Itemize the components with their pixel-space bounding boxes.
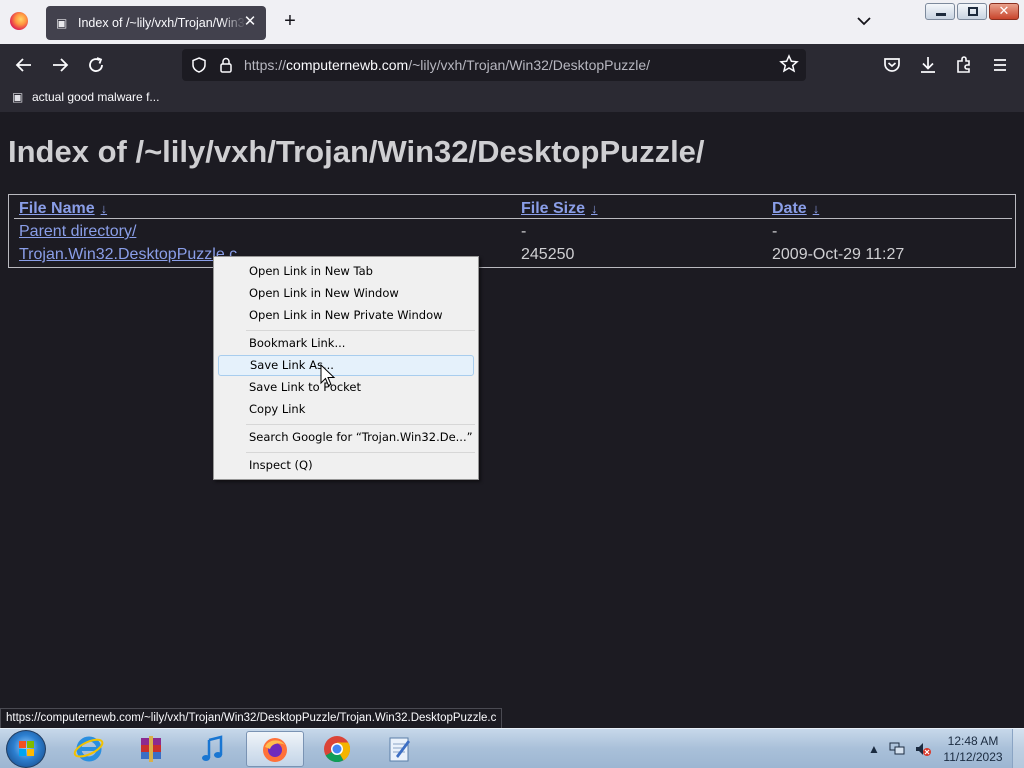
link-context-menu: Open Link in New Tab Open Link in New Wi…	[213, 256, 479, 480]
lock-icon[interactable]	[217, 56, 235, 74]
new-tab-button[interactable]: +	[280, 10, 300, 32]
internet-explorer-icon	[73, 736, 104, 762]
folder-index-icon: ▣	[56, 16, 68, 30]
taskbar-notepad[interactable]	[370, 731, 428, 767]
chevron-down-icon	[857, 17, 871, 26]
show-desktop-button[interactable]	[1012, 729, 1024, 768]
menu-item-save-to-pocket[interactable]: Save Link to Pocket	[218, 377, 474, 398]
windows-logo-icon	[19, 741, 34, 756]
clock-time: 12:48 AM	[947, 734, 999, 748]
close-tab-icon[interactable]: ✕	[242, 14, 258, 30]
volume-muted-icon[interactable]	[914, 741, 932, 757]
date-cell: 2009-Oct-29 11:27	[772, 246, 905, 263]
pocket-icon	[884, 58, 900, 72]
menu-separator	[246, 452, 475, 453]
reload-button[interactable]	[84, 53, 108, 77]
url-prefix: https://	[244, 57, 287, 73]
pocket-button[interactable]	[880, 53, 904, 77]
mouse-cursor-icon	[320, 364, 336, 387]
itunes-icon	[202, 735, 223, 761]
menu-item-open-private-window[interactable]: Open Link in New Private Window	[218, 305, 474, 326]
column-label: File Size	[521, 200, 586, 217]
tab-title: Index of /~lily/vxh/Trojan/Win32/Desktop…	[78, 16, 246, 30]
menu-item-inspect[interactable]: Inspect (Q)	[218, 455, 474, 476]
column-header-file-size[interactable]: File Size ↓	[521, 200, 598, 218]
menu-item-copy-link[interactable]: Copy Link	[218, 399, 474, 420]
parent-directory-link[interactable]: Parent directory/	[19, 223, 136, 241]
close-icon: ✕	[998, 3, 1010, 18]
menu-item-search-google[interactable]: Search Google for “Trojan.Win32.De...”	[218, 427, 474, 448]
firefox-view-icon[interactable]	[10, 12, 28, 30]
taskbar-winrar[interactable]	[122, 731, 180, 767]
page-content: Index of /~lily/vxh/Trojan/Win32/Desktop…	[0, 112, 1024, 728]
back-button[interactable]	[12, 53, 36, 77]
taskbar-clock[interactable]: 12:48 AM 11/12/2023	[936, 733, 1010, 765]
show-hidden-icons-icon[interactable]: ▲	[868, 742, 880, 756]
extensions-button[interactable]	[952, 53, 976, 77]
downloads-button[interactable]	[916, 53, 940, 77]
windows-taskbar: ▲ 12:48 AM 11/12/2023	[0, 728, 1024, 768]
menu-item-open-new-window[interactable]: Open Link in New Window	[218, 283, 474, 304]
bookmark-label: actual good malware f...	[32, 90, 160, 104]
file-listing-table: File Name ↓ File Size ↓ Date ↓ Parent direc…	[8, 194, 1016, 268]
chrome-icon	[324, 736, 351, 763]
sort-arrow-icon: ↓	[100, 201, 108, 216]
list-all-tabs-button[interactable]	[855, 12, 873, 30]
header-divider	[14, 218, 1012, 219]
taskbar-itunes[interactable]	[184, 731, 242, 767]
taskbar-chrome[interactable]	[308, 731, 366, 767]
tab-active[interactable]: ▣ Index of /~lily/vxh/Trojan/Win32/Deskt…	[46, 6, 266, 40]
back-arrow-icon	[15, 58, 31, 72]
url-host: computernewb.com	[286, 57, 409, 73]
maximize-icon	[968, 7, 978, 16]
bookmarks-toolbar: ▣ actual good malware f...	[0, 86, 1024, 112]
taskbar-firefox[interactable]	[246, 731, 304, 767]
file-size-cell: 245250	[521, 246, 575, 263]
column-label: File Name	[19, 200, 95, 217]
taskbar-internet-explorer[interactable]	[60, 731, 118, 767]
maximize-button[interactable]	[957, 3, 987, 20]
extensions-icon	[957, 56, 970, 73]
menu-item-bookmark-link[interactable]: Bookmark Link...	[218, 333, 474, 354]
file-size-cell: -	[521, 223, 527, 240]
star-icon[interactable]	[778, 54, 800, 76]
column-header-file-name[interactable]: File Name ↓	[19, 200, 107, 218]
shield-icon[interactable]	[190, 56, 208, 74]
minimize-icon	[936, 13, 946, 16]
url-bar[interactable]: https://computernewb.com/~lily/vxh/Troja…	[182, 49, 806, 81]
column-label: Date	[772, 200, 807, 217]
menu-item-open-new-tab[interactable]: Open Link in New Tab	[218, 261, 474, 282]
folder-index-icon: ▣	[12, 90, 24, 104]
tab-strip: ▣ Index of /~lily/vxh/Trojan/Win32/Deskt…	[0, 0, 1024, 44]
minimize-button[interactable]	[925, 3, 955, 20]
page-title: Index of /~lily/vxh/Trojan/Win32/Desktop…	[8, 134, 705, 169]
reload-icon	[89, 57, 103, 72]
column-header-date[interactable]: Date ↓	[772, 200, 819, 218]
menu-separator	[246, 330, 475, 331]
bookmark-item[interactable]: ▣ actual good malware f...	[12, 90, 159, 104]
menu-separator	[246, 424, 475, 425]
sort-arrow-icon: ↓	[812, 201, 820, 216]
link-status-bar: https://computernewb.com/~lily/vxh/Troja…	[0, 708, 503, 729]
forward-button[interactable]	[48, 53, 72, 77]
navigation-toolbar: https://computernewb.com/~lily/vxh/Troja…	[0, 44, 1024, 86]
system-tray: ▲	[868, 739, 932, 759]
start-button[interactable]	[6, 730, 46, 768]
menu-item-save-link-as[interactable]: Save Link As...	[218, 355, 474, 376]
clock-date: 11/12/2023	[943, 750, 1003, 764]
url-path: /~lily/vxh/Trojan/Win32/DesktopPuzzle/	[408, 57, 651, 73]
date-cell: -	[772, 223, 778, 240]
winrar-icon	[141, 736, 161, 762]
file-link[interactable]: Trojan.Win32.DesktopPuzzle.c	[19, 246, 237, 264]
url-text[interactable]: https://computernewb.com/~lily/vxh/Troja…	[244, 57, 650, 73]
notepad-icon	[389, 737, 410, 762]
menu-icon	[994, 59, 1006, 71]
close-window-button[interactable]: ✕	[989, 3, 1019, 20]
firefox-icon	[263, 738, 287, 762]
download-icon	[921, 57, 935, 73]
sort-arrow-icon: ↓	[591, 201, 598, 216]
app-menu-button[interactable]	[988, 53, 1012, 77]
forward-arrow-icon	[53, 58, 69, 72]
network-icon[interactable]	[888, 741, 906, 757]
